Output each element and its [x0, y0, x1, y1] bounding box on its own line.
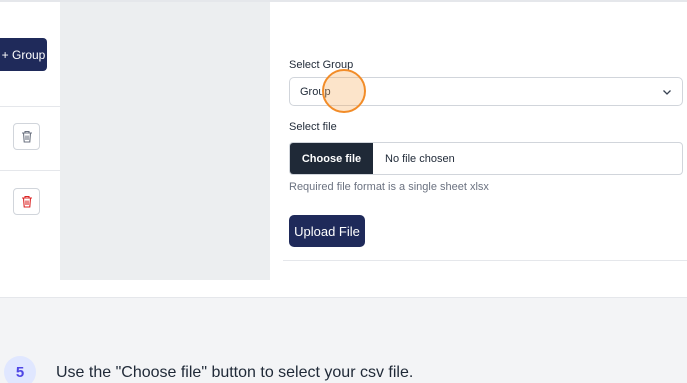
modal-backdrop [60, 2, 270, 280]
file-input[interactable]: Choose file No file chosen [289, 142, 683, 175]
groups-panel: + Group [0, 2, 60, 280]
modal-footer-divider [283, 260, 687, 261]
select-group-label: Select Group [289, 59, 354, 71]
step-instruction: Use the "Choose file" button to select y… [56, 364, 414, 381]
step-number-badge: 5 [4, 356, 36, 383]
add-group-button[interactable]: + Group [0, 38, 47, 71]
group-select-value: Group [300, 85, 331, 98]
format-hint: Required file format is a single sheet x… [289, 181, 489, 193]
row-divider [0, 106, 60, 107]
choose-file-button[interactable]: Choose file [290, 143, 373, 174]
upload-file-button[interactable]: Upload File [289, 215, 365, 247]
delete-group-button[interactable] [13, 188, 40, 215]
select-file-label: Select file [289, 121, 337, 133]
file-status: No file chosen [385, 152, 455, 165]
chevron-down-icon [663, 90, 671, 95]
app-screenshot: + Group Select Group Group Select file C… [0, 0, 687, 298]
row-divider [0, 170, 60, 171]
trash-icon [21, 130, 32, 143]
trash-icon [21, 195, 32, 208]
delete-group-button[interactable] [13, 123, 40, 150]
group-select[interactable]: Group [289, 77, 683, 106]
